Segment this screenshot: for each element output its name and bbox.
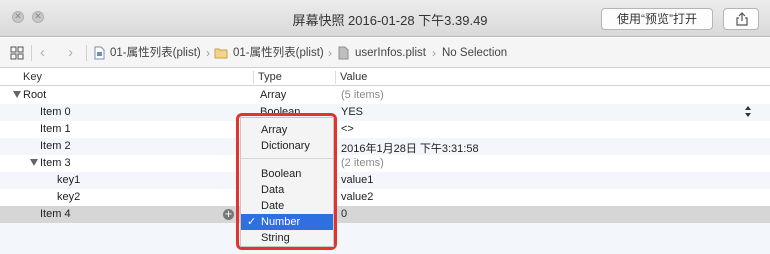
chevron-right-icon: › [328, 46, 332, 60]
file-icon [94, 46, 105, 60]
table-row[interactable]: Item 0 Boolean YES [0, 104, 770, 121]
folder-icon [214, 48, 228, 59]
crumb-selection[interactable]: No Selection [442, 38, 507, 68]
row-key: Item 0 [40, 106, 71, 118]
row-key: Item 3 [40, 157, 71, 169]
disclosure-triangle-icon[interactable] [30, 159, 38, 166]
menu-item-dictionary[interactable]: Dictionary [241, 138, 333, 154]
value-column-header[interactable]: Value [340, 71, 367, 83]
row-value: (5 items) [341, 89, 384, 101]
back-icon[interactable]: ‹ [40, 38, 45, 68]
type-column-header[interactable]: Type [258, 71, 282, 83]
divider [86, 45, 87, 61]
forward-icon[interactable]: › [68, 38, 73, 68]
disclosure-triangle-icon[interactable] [13, 91, 21, 98]
chevron-right-icon: › [432, 46, 436, 60]
table-row-empty [0, 223, 770, 254]
column-header: Key Type Value [0, 69, 770, 86]
close-icon: ✕ [34, 12, 42, 22]
crumb-project[interactable]: 01-属性列表(plist) [110, 38, 201, 68]
plist-window: ✕ ✕ 屏幕快照 2016-01-28 下午3.39.49 使用“预览”打开 ‹… [0, 0, 770, 254]
open-with-preview-button[interactable]: 使用“预览”打开 [601, 8, 713, 30]
divider [31, 45, 32, 61]
grid-icon[interactable] [10, 46, 24, 60]
chevron-down-icon [745, 113, 751, 117]
menu-item-label: Number [261, 216, 301, 228]
fullscreen-button[interactable]: ✕ [32, 11, 44, 23]
chevron-up-icon [745, 106, 751, 110]
row-value[interactable]: YES [341, 106, 363, 118]
crumb-file[interactable]: userInfos.plist [355, 38, 426, 68]
key-column-header[interactable]: Key [23, 71, 42, 83]
row-key: Item 1 [40, 123, 71, 135]
menu-item-number[interactable]: ✓ Number [241, 214, 333, 230]
table-row[interactable]: Item 2 2016年1月28日 下午3:31:58 [0, 138, 770, 155]
row-value[interactable]: 2016年1月28日 下午3:31:58 [341, 140, 479, 156]
close-icon: ✕ [14, 12, 22, 22]
jump-bar: ‹ › 01-属性列表(plist) › 01-属性列表(plist) › us… [0, 38, 770, 68]
close-button[interactable]: ✕ [12, 11, 24, 23]
crumb-folder[interactable]: 01-属性列表(plist) [233, 38, 324, 68]
column-divider[interactable] [253, 71, 254, 84]
row-key: Root [23, 89, 47, 101]
row-key: Item 4 [40, 208, 71, 220]
menu-item-boolean[interactable]: Boolean [241, 166, 333, 182]
table-row[interactable]: Item 3 (2 items) [0, 155, 770, 172]
row-value[interactable]: value1 [341, 174, 373, 186]
table-row[interactable]: key1 value1 [0, 172, 770, 189]
title-bar: ✕ ✕ 屏幕快照 2016-01-28 下午3.39.49 使用“预览”打开 [0, 0, 770, 37]
row-key: Item 2 [40, 140, 71, 152]
row-key: key1 [57, 174, 81, 186]
row-value: (2 items) [341, 157, 384, 169]
table-row[interactable]: key2 value2 [0, 189, 770, 206]
row-value[interactable]: <> [341, 123, 354, 135]
row-type[interactable]: Array [260, 89, 286, 101]
add-icon[interactable]: + [223, 209, 234, 220]
share-icon [736, 12, 748, 26]
column-divider[interactable] [335, 71, 336, 84]
row-key: key2 [57, 191, 81, 203]
table-row-selected[interactable]: Item 4 + 0 [0, 206, 770, 223]
menu-item-array[interactable]: Array [241, 122, 333, 138]
file-icon [338, 46, 349, 60]
table-row[interactable]: Root Array (5 items) [0, 87, 770, 104]
menu-divider [241, 158, 333, 159]
menu-item-data[interactable]: Data [241, 182, 333, 198]
menu-item-string[interactable]: String [241, 230, 333, 246]
window-title: 屏幕快照 2016-01-28 下午3.39.49 [292, 13, 488, 28]
checkmark-icon: ✓ [247, 216, 257, 228]
menu-item-date[interactable]: Date [241, 198, 333, 214]
value-stepper[interactable] [745, 105, 753, 119]
table-row[interactable]: Item 1 <> [0, 121, 770, 138]
share-button[interactable] [723, 8, 759, 30]
type-popup-menu: Array Dictionary Boolean Data Date ✓ Num… [240, 117, 334, 247]
chevron-right-icon: › [206, 46, 210, 60]
row-value[interactable]: 0 [341, 208, 347, 220]
row-value[interactable]: value2 [341, 191, 373, 203]
